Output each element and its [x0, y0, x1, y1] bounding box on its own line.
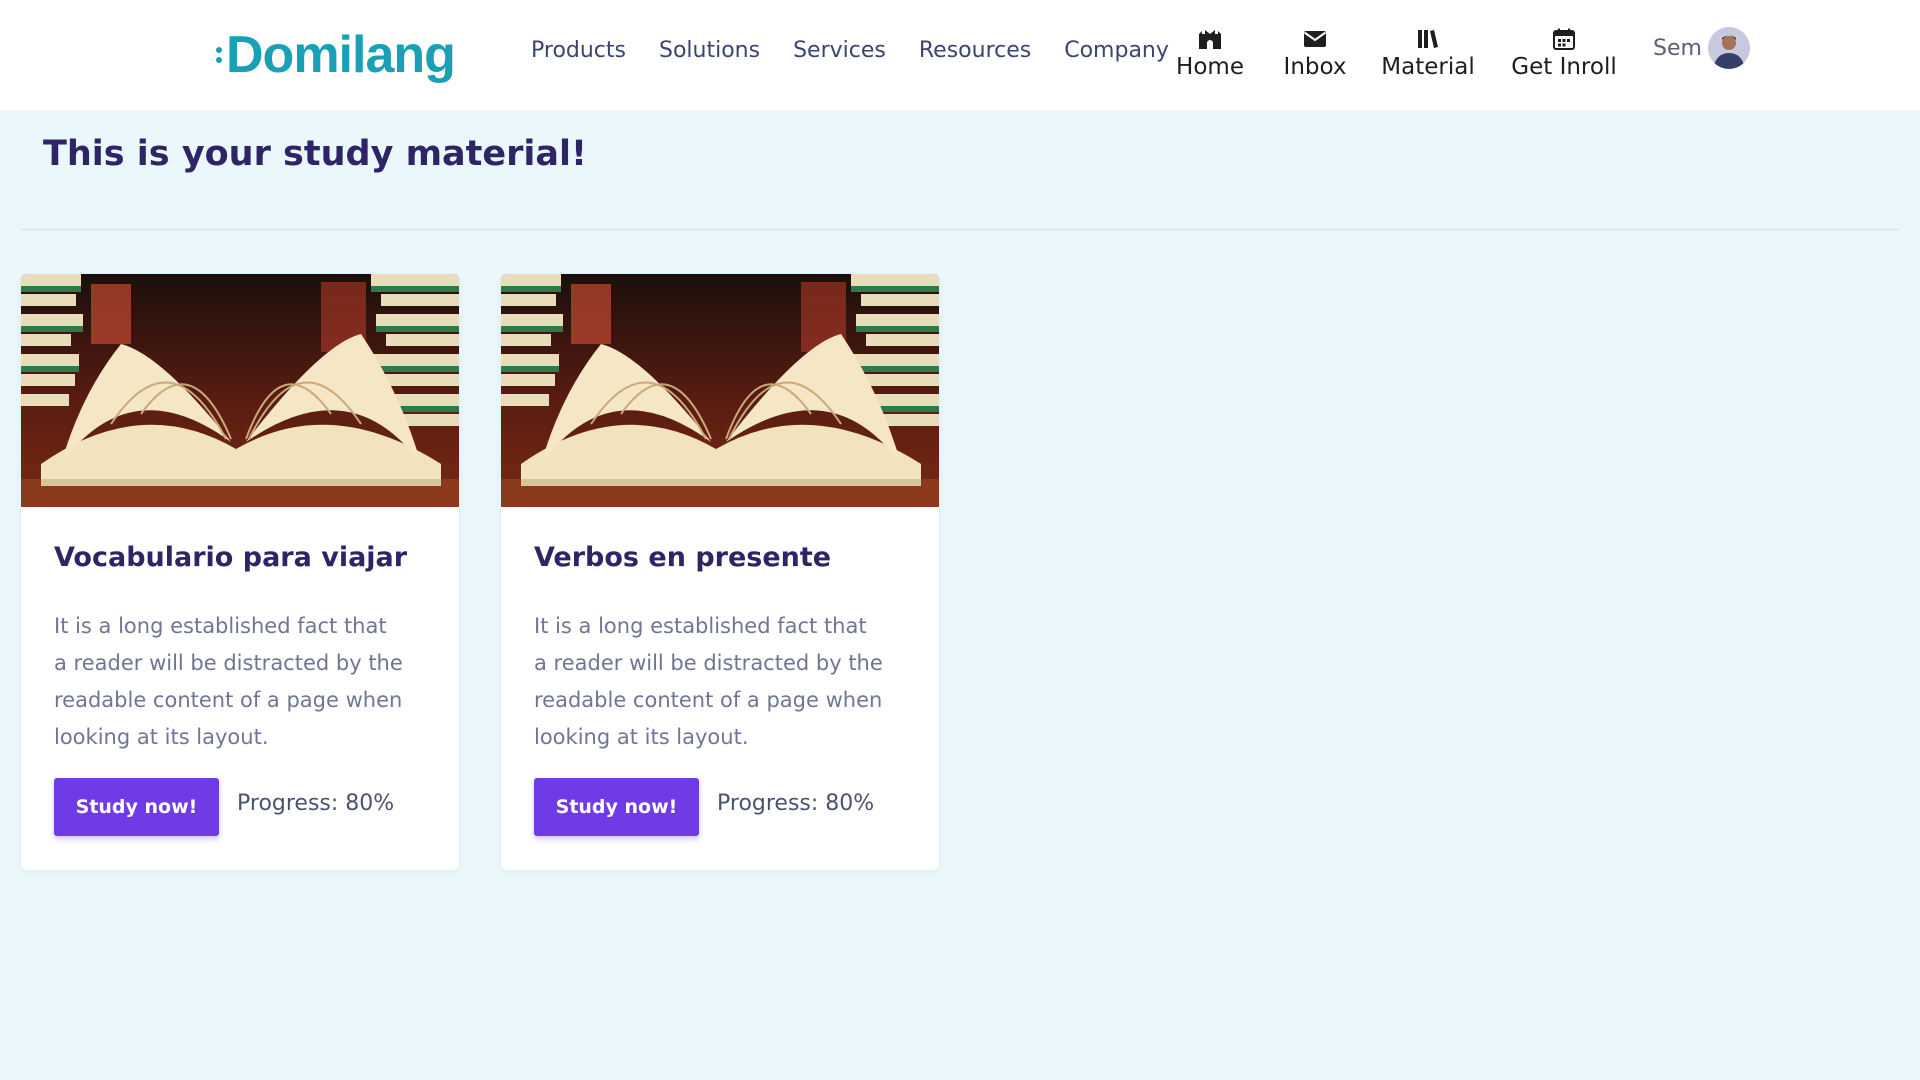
nav-material[interactable]: Material [1381, 28, 1475, 80]
envelope-icon [1303, 31, 1327, 47]
avatar[interactable] [1707, 27, 1750, 69]
material-card: Vocabulario para viajar It is a long est… [21, 274, 459, 870]
nav-get-inroll-label: Get Inroll [1511, 54, 1617, 80]
page-title: This is your study material! [43, 134, 587, 174]
card-description: It is a long established fact that a rea… [54, 614, 403, 749]
card-cover-image [501, 274, 939, 507]
nav-link-company[interactable]: Company [1064, 38, 1169, 63]
nav-home-label: Home [1176, 54, 1244, 80]
divider [21, 229, 1899, 230]
user-menu[interactable]: Sem [1653, 27, 1750, 69]
brand-name: Domilang [226, 26, 456, 84]
brand-logo[interactable]: Domilang [216, 26, 456, 84]
nav-get-inroll[interactable]: Get Inroll [1511, 28, 1617, 80]
study-now-button[interactable]: Study now! [54, 778, 219, 836]
card-progress: Progress: 80% [237, 791, 395, 816]
nav-link-resources[interactable]: Resources [919, 38, 1031, 63]
study-now-button[interactable]: Study now! [534, 778, 699, 836]
card-title: Vocabulario para viajar [54, 542, 408, 573]
card-title: Verbos en presente [534, 542, 832, 573]
home-icon [1199, 30, 1221, 49]
card-progress: Progress: 80% [717, 791, 875, 816]
nav-material-label: Material [1381, 54, 1475, 80]
nav-inbox-label: Inbox [1283, 54, 1347, 80]
nav-links: Products Solutions Services Resources Co… [531, 38, 1169, 63]
calendar-icon [1553, 28, 1575, 50]
top-navbar: Domilang Products Solutions Services Res… [0, 0, 1920, 110]
nav-inbox[interactable]: Inbox [1283, 28, 1347, 80]
nav-link-solutions[interactable]: Solutions [659, 38, 760, 63]
nav-home[interactable]: Home [1176, 28, 1244, 80]
card-description: It is a long established fact that a rea… [534, 614, 883, 749]
card-cover-image [21, 274, 459, 507]
logo-dots-icon [216, 45, 222, 65]
books-icon [1418, 30, 1438, 48]
user-name: Sem [1653, 35, 1702, 61]
nav-link-products[interactable]: Products [531, 38, 626, 63]
nav-link-services[interactable]: Services [793, 38, 886, 63]
nav-icon-links: Home Inbox Material Get Inroll [1176, 28, 1617, 80]
material-card: Verbos en presente It is a long establis… [501, 274, 939, 870]
